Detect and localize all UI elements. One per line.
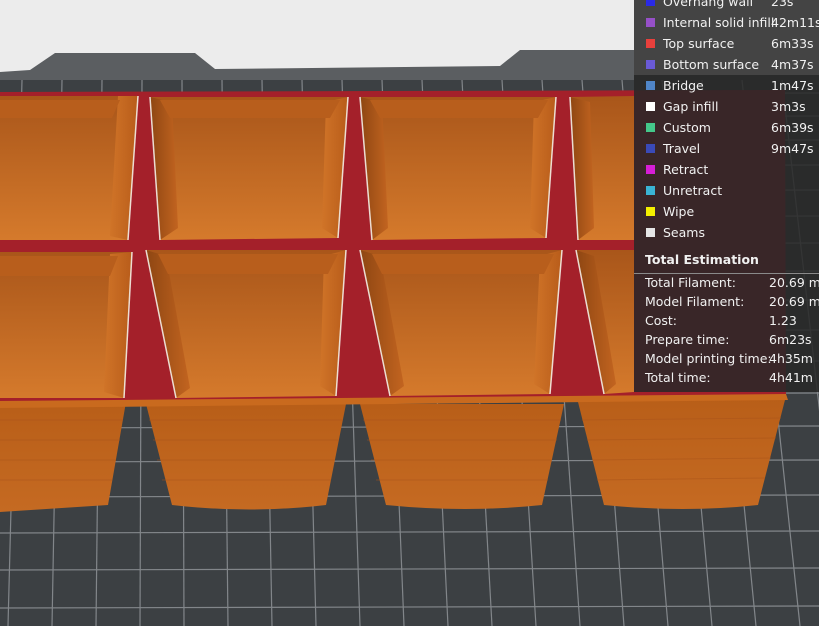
cup-front-3	[360, 250, 562, 396]
summary-row-value: 20.69 m	[769, 275, 819, 290]
legend-item-time: 4m37s	[771, 57, 814, 72]
cup-back-1	[0, 96, 138, 240]
summary-row-value: 4h35m	[769, 351, 813, 366]
legend-item[interactable]: Gap infill 3m3s	[634, 97, 819, 118]
legend-item[interactable]: Unretract	[634, 181, 819, 202]
summary-row: Model Filament: 20.69 m	[634, 294, 819, 313]
legend-item-label: Overhang wall	[663, 0, 754, 9]
legend-item[interactable]: Wipe	[634, 202, 819, 223]
legend-item-label: Retract	[663, 162, 709, 177]
summary-divider	[634, 273, 819, 274]
color-swatch-icon	[646, 102, 655, 111]
color-swatch-icon	[646, 60, 655, 69]
legend-item-label: Custom	[663, 120, 711, 135]
color-swatch-icon	[646, 123, 655, 132]
legend-item-label: Seams	[663, 225, 705, 240]
legend-item[interactable]: Travel 9m47s	[634, 139, 819, 160]
cup-body-front-1	[0, 402, 126, 512]
legend-item[interactable]: Internal solid infill 42m11s	[634, 13, 819, 34]
color-swatch-icon	[646, 186, 655, 195]
summary-row: Total time: 4h41m	[634, 370, 819, 389]
summary-row-label: Total time:	[645, 370, 711, 385]
legend-item-time: 9m47s	[771, 141, 814, 156]
color-swatch-icon	[646, 228, 655, 237]
color-swatch-icon	[646, 18, 655, 27]
cup-back-3	[360, 97, 556, 240]
legend-item-label: Top surface	[663, 36, 735, 51]
legend-item-time: 6m39s	[771, 120, 814, 135]
color-swatch-icon	[646, 0, 655, 6]
legend-item-time: 42m11s	[771, 15, 819, 30]
cup-body-front-4	[578, 396, 786, 509]
cup-front-2	[146, 250, 346, 398]
total-estimation-title: Total Estimation	[645, 252, 759, 267]
legend-item[interactable]: Retract	[634, 160, 819, 181]
summary-row: Cost: 1.23	[634, 313, 819, 332]
summary-row-label: Total Filament:	[645, 275, 736, 290]
legend-item-time: 1m47s	[771, 78, 814, 93]
summary-row-value: 1.23	[769, 313, 797, 328]
legend-item-time: 23s	[771, 0, 794, 9]
summary-row: Model printing time: 4h35m	[634, 351, 819, 370]
legend-item-time: 3m3s	[771, 99, 806, 114]
summary-row-value: 4h41m	[769, 370, 813, 385]
legend-item-label: Bottom surface	[663, 57, 760, 72]
summary-row: Prepare time: 6m23s	[634, 332, 819, 351]
cup-front-1	[0, 252, 132, 398]
legend-item-label: Travel	[663, 141, 701, 156]
cup-back-2	[150, 97, 348, 240]
legend-item[interactable]: Top surface 6m33s	[634, 34, 819, 55]
summary-row-value: 6m23s	[769, 332, 812, 347]
summary-row: Total Filament: 20.69 m	[634, 275, 819, 294]
legend-item[interactable]: Overhang wall 23s	[634, 0, 819, 13]
color-swatch-icon	[646, 144, 655, 153]
summary-row-label: Model printing time:	[645, 351, 772, 366]
cup-back-4	[570, 96, 634, 240]
summary-row-label: Model Filament:	[645, 294, 745, 309]
color-swatch-icon	[646, 39, 655, 48]
legend-item[interactable]: Bottom surface 4m37s	[634, 55, 819, 76]
color-swatch-icon	[646, 165, 655, 174]
legend-item[interactable]: Custom 6m39s	[634, 118, 819, 139]
legend-item-time: 6m33s	[771, 36, 814, 51]
legend-item-label: Internal solid infill	[663, 15, 775, 30]
color-swatch-icon	[646, 81, 655, 90]
color-swatch-icon	[646, 207, 655, 216]
legend-item-label: Unretract	[663, 183, 723, 198]
legend-item-label: Gap infill	[663, 99, 719, 114]
gcode-legend-panel: Overhang wall 23s Internal solid infill 42m…	[634, 0, 819, 392]
legend-item-label: Wipe	[663, 204, 695, 219]
summary-row-label: Cost:	[645, 313, 678, 328]
summary-row-label: Prepare time:	[645, 332, 730, 347]
legend-item[interactable]: Bridge 1m47s	[634, 76, 819, 97]
summary-row-value: 20.69 m	[769, 294, 819, 309]
legend-item[interactable]: Seams	[634, 223, 819, 244]
legend-item-label: Bridge	[663, 78, 704, 93]
